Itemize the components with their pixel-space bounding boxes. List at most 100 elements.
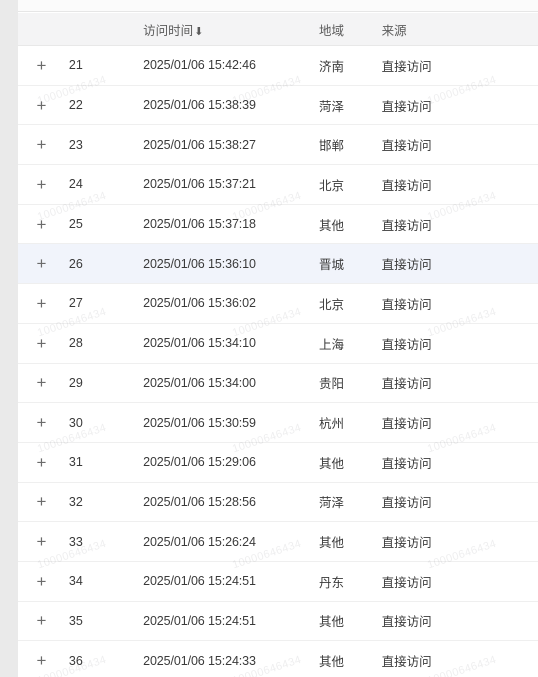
column-header-index xyxy=(64,13,144,46)
page-left-gutter xyxy=(0,0,18,677)
table-body: +21 2025/01/06 15:42:46 济南 直接访问 +22 2025/01/0… xyxy=(18,45,538,677)
row-index-cell: 28 xyxy=(64,323,144,364)
table-row[interactable]: +25 2025/01/06 15:37:18 其他 直接访问 xyxy=(18,204,538,245)
row-source-cell: 直接访问 xyxy=(381,124,538,166)
row-index-cell: 27 xyxy=(64,283,144,324)
row-source-cell: 直接访问 xyxy=(381,323,538,364)
table-row[interactable]: +23 2025/01/06 15:38:27 邯郸 直接访问 xyxy=(18,124,538,166)
row-expand-cell[interactable]: + xyxy=(18,482,65,523)
row-expand-cell[interactable]: + xyxy=(18,283,65,324)
plus-icon[interactable]: + xyxy=(36,216,46,233)
plus-icon[interactable]: + xyxy=(36,335,46,352)
row-expand-cell[interactable]: + xyxy=(18,442,65,483)
row-index-cell: 35 xyxy=(64,601,144,642)
table-header-row: 访问时间⬇ 地域 来源 xyxy=(18,13,538,46)
row-region-cell: 济南 xyxy=(319,45,382,86)
plus-icon[interactable]: + xyxy=(36,414,46,431)
plus-icon[interactable]: + xyxy=(36,533,46,550)
column-header-source[interactable]: 来源 xyxy=(381,13,538,46)
visit-log-table-container[interactable]: 访问时间⬇ 地域 来源 +21 2025/01/06 15:42:46 济南 直接访问… xyxy=(18,13,538,677)
row-index-cell: 23 xyxy=(64,124,144,166)
row-region-cell: 菏泽 xyxy=(319,482,382,523)
plus-icon[interactable]: + xyxy=(36,652,46,669)
column-header-source-label: 来源 xyxy=(381,23,407,38)
row-expand-cell[interactable]: + xyxy=(18,45,65,86)
visit-log-table: 访问时间⬇ 地域 来源 +21 2025/01/06 15:42:46 济南 直接访问… xyxy=(18,13,538,677)
column-header-region-label: 地域 xyxy=(319,23,345,38)
row-index-cell: 33 xyxy=(64,521,144,562)
plus-icon[interactable]: + xyxy=(36,612,46,629)
row-source-cell: 直接访问 xyxy=(381,85,538,126)
table-row[interactable]: +29 2025/01/06 15:34:00 贵阳 直接访问 xyxy=(18,363,538,404)
column-header-visit-time[interactable]: 访问时间⬇ xyxy=(143,13,320,46)
plus-icon[interactable]: + xyxy=(36,97,46,114)
column-header-region[interactable]: 地域 xyxy=(319,13,382,46)
row-source-cell: 直接访问 xyxy=(381,640,538,677)
sort-descending-icon[interactable]: ⬇ xyxy=(194,26,203,38)
table-header: 访问时间⬇ 地域 来源 xyxy=(18,13,538,46)
row-visit-time-cell: 2025/01/06 15:37:18 xyxy=(143,204,320,245)
row-index-cell: 25 xyxy=(64,204,144,245)
row-region-cell: 邯郸 xyxy=(319,124,382,166)
row-index-cell: 30 xyxy=(64,402,144,443)
row-expand-cell[interactable]: + xyxy=(18,640,65,677)
table-row[interactable]: +26 2025/01/06 15:36:10 晋城 直接访问 xyxy=(18,243,538,285)
visit-log-page: 访问时间⬇ 地域 来源 +21 2025/01/06 15:42:46 济南 直接访问… xyxy=(0,0,538,677)
table-row[interactable]: +32 2025/01/06 15:28:56 菏泽 直接访问 xyxy=(18,482,538,523)
row-index-cell: 22 xyxy=(64,85,144,126)
table-row[interactable]: +24 2025/01/06 15:37:21 北京 直接访问 xyxy=(18,164,538,205)
table-row[interactable]: +34 2025/01/06 15:24:51 丹东 直接访问 xyxy=(18,561,538,602)
row-region-cell: 菏泽 xyxy=(319,85,382,126)
plus-icon[interactable]: + xyxy=(36,493,46,510)
row-region-cell: 丹东 xyxy=(319,561,382,602)
row-expand-cell[interactable]: + xyxy=(18,204,65,245)
row-expand-cell[interactable]: + xyxy=(18,323,65,364)
plus-icon[interactable]: + xyxy=(36,295,46,312)
plus-icon[interactable]: + xyxy=(36,573,46,590)
plus-icon[interactable]: + xyxy=(36,374,46,391)
row-visit-time-cell: 2025/01/06 15:26:24 xyxy=(143,521,320,562)
table-row[interactable]: +35 2025/01/06 15:24:51 其他 直接访问 xyxy=(18,601,538,642)
row-expand-cell[interactable]: + xyxy=(18,85,65,126)
row-source-cell: 直接访问 xyxy=(381,243,538,285)
row-expand-cell[interactable]: + xyxy=(18,521,65,562)
row-expand-cell[interactable]: + xyxy=(18,243,65,285)
row-source-cell: 直接访问 xyxy=(381,442,538,483)
row-expand-cell[interactable]: + xyxy=(18,164,65,205)
table-row[interactable]: +21 2025/01/06 15:42:46 济南 直接访问 xyxy=(18,45,538,86)
row-index-cell: 26 xyxy=(64,243,144,285)
row-source-cell: 直接访问 xyxy=(381,601,538,642)
column-header-expand xyxy=(18,13,65,46)
column-header-visit-time-label: 访问时间 xyxy=(143,23,194,38)
row-source-cell: 直接访问 xyxy=(381,283,538,324)
row-visit-time-cell: 2025/01/06 15:42:46 xyxy=(143,45,320,86)
table-row[interactable]: +33 2025/01/06 15:26:24 其他 直接访问 xyxy=(18,521,538,562)
row-index-cell: 31 xyxy=(64,442,144,483)
row-source-cell: 直接访问 xyxy=(381,45,538,86)
table-row[interactable]: +28 2025/01/06 15:34:10 上海 直接访问 xyxy=(18,323,538,364)
row-source-cell: 直接访问 xyxy=(381,521,538,562)
plus-icon[interactable]: + xyxy=(36,454,46,471)
row-source-cell: 直接访问 xyxy=(381,204,538,245)
table-row[interactable]: +36 2025/01/06 15:24:33 其他 直接访问 xyxy=(18,640,538,677)
plus-icon[interactable]: + xyxy=(36,176,46,193)
row-expand-cell[interactable]: + xyxy=(18,561,65,602)
row-expand-cell[interactable]: + xyxy=(18,402,65,443)
row-expand-cell[interactable]: + xyxy=(18,124,65,166)
row-visit-time-cell: 2025/01/06 15:38:27 xyxy=(143,124,320,166)
table-row[interactable]: +31 2025/01/06 15:29:06 其他 直接访问 xyxy=(18,442,538,483)
plus-icon[interactable]: + xyxy=(36,57,46,74)
row-index-cell: 24 xyxy=(64,164,144,205)
row-visit-time-cell: 2025/01/06 15:29:06 xyxy=(143,442,320,483)
row-source-cell: 直接访问 xyxy=(381,482,538,523)
plus-icon[interactable]: + xyxy=(36,255,46,272)
table-row[interactable]: +22 2025/01/06 15:38:39 菏泽 直接访问 xyxy=(18,85,538,126)
row-expand-cell[interactable]: + xyxy=(18,601,65,642)
row-visit-time-cell: 2025/01/06 15:24:51 xyxy=(143,601,320,642)
table-row[interactable]: +30 2025/01/06 15:30:59 杭州 直接访问 xyxy=(18,402,538,443)
row-region-cell: 其他 xyxy=(319,204,382,245)
table-row[interactable]: +27 2025/01/06 15:36:02 北京 直接访问 xyxy=(18,283,538,324)
row-expand-cell[interactable]: + xyxy=(18,363,65,404)
plus-icon[interactable]: + xyxy=(36,136,46,153)
row-index-cell: 29 xyxy=(64,363,144,404)
